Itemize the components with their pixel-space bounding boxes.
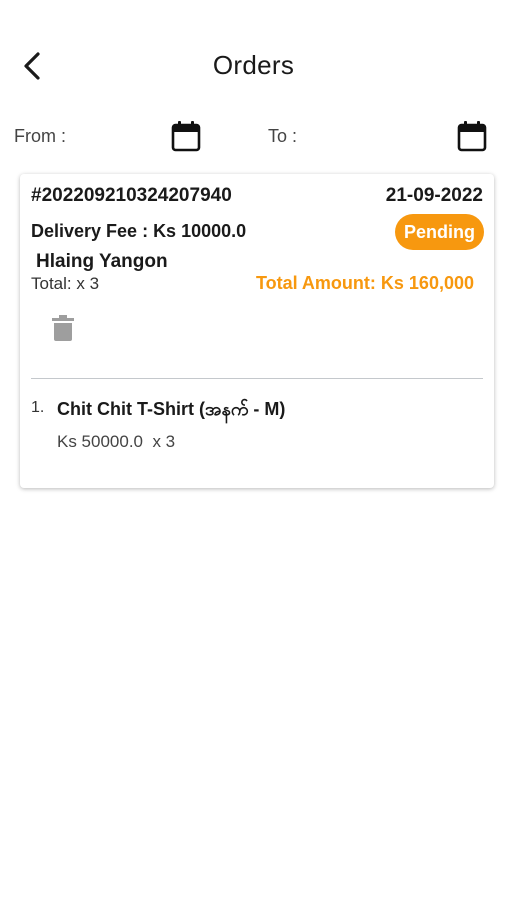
- delete-order-button[interactable]: [51, 314, 75, 342]
- date-filter-row: From : To :: [0, 112, 507, 160]
- status-badge: Pending: [395, 214, 484, 250]
- calendar-icon: [171, 121, 201, 152]
- page-title: Orders: [212, 50, 295, 80]
- item-index: 1.: [31, 399, 45, 416]
- calendar-icon: [457, 121, 487, 152]
- delivery-fee: Delivery Fee : Ks 10000.0: [31, 221, 247, 241]
- order-id: #202209210324207940: [31, 185, 232, 206]
- app-header: Orders: [0, 0, 507, 110]
- to-date-button[interactable]: [457, 120, 487, 152]
- from-label: From :: [14, 126, 66, 146]
- from-date-button[interactable]: [171, 120, 201, 152]
- order-card[interactable]: #202209210324207940 21-09-2022 Delivery …: [20, 174, 494, 488]
- total-quantity: Total: x 3: [31, 274, 100, 293]
- order-date: 21-09-2022: [385, 185, 483, 206]
- to-label: To :: [268, 126, 298, 146]
- total-amount: Total Amount: Ks 160,000: [255, 273, 474, 293]
- item-price: Ks 50000.0 x 3: [57, 432, 176, 451]
- trash-icon: [52, 315, 74, 341]
- item-name: Chit Chit T-Shirt (အနက် - M): [57, 399, 286, 419]
- delivery-location: Hlaing Yangon: [36, 251, 168, 272]
- divider: [31, 378, 483, 379]
